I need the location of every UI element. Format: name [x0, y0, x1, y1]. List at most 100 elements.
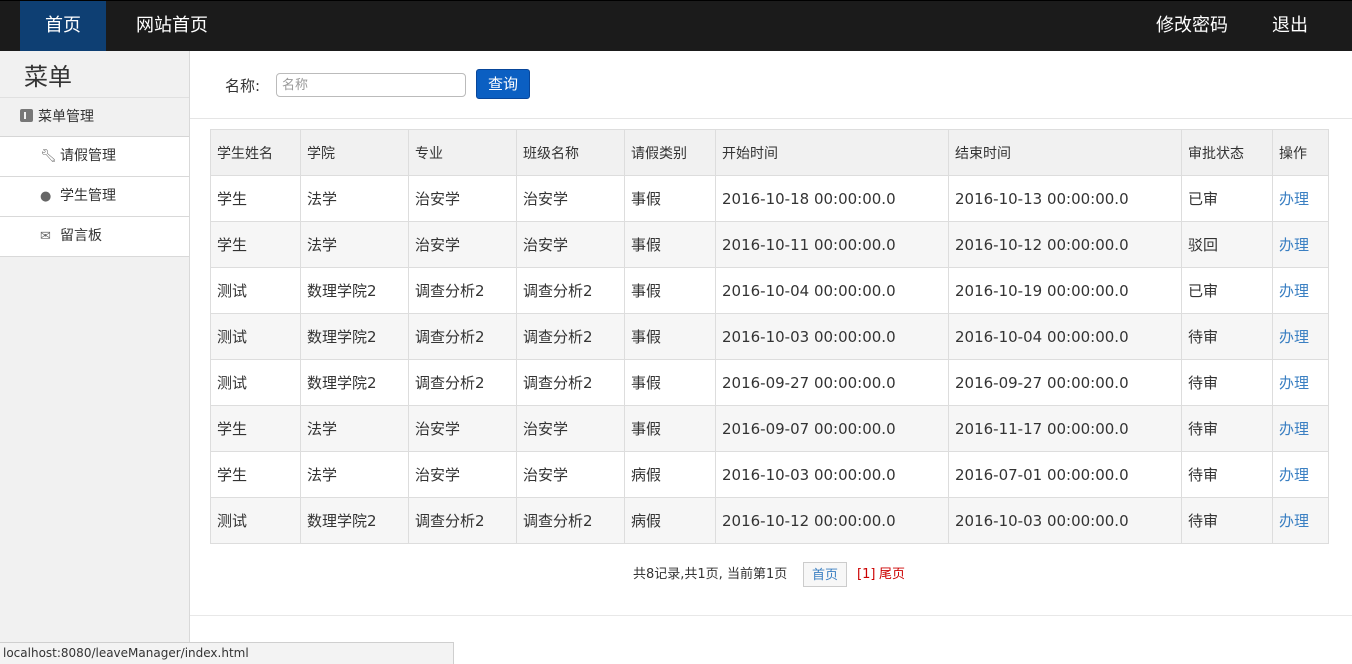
nav-home[interactable]: 首页 [20, 1, 106, 51]
col-class-name: 班级名称 [516, 129, 625, 176]
nav-logout[interactable]: 退出 [1272, 1, 1308, 51]
handle-link[interactable]: 办理 [1279, 466, 1309, 484]
table-cell: 已审 [1181, 267, 1273, 314]
table-header-row: 学生姓名 学院 专业 班级名称 请假类别 开始时间 结束时间 审批状态 操作 [210, 129, 1329, 176]
table-cell: 数理学院2 [300, 267, 409, 314]
content-divider [190, 615, 1352, 616]
table-cell: 2016-10-18 00:00:00.0 [715, 175, 949, 222]
table-cell: 治安学 [516, 405, 625, 452]
table-cell: 数理学院2 [300, 497, 409, 544]
nav-site-home[interactable]: 网站首页 [136, 1, 208, 51]
table-cell: 法学 [300, 175, 409, 222]
table-cell: 法学 [300, 451, 409, 498]
table-cell: 学生 [210, 221, 301, 268]
action-cell: 办理 [1272, 313, 1329, 360]
table-cell: 2016-09-27 00:00:00.0 [715, 359, 949, 406]
nav-change-password[interactable]: 修改密码 [1156, 1, 1228, 51]
table-cell: 2016-07-01 00:00:00.0 [948, 451, 1182, 498]
table-cell: 调查分析2 [408, 267, 517, 314]
table-cell: 数理学院2 [300, 359, 409, 406]
table-cell: 调查分析2 [408, 497, 517, 544]
table-cell: 驳回 [1181, 221, 1273, 268]
table-cell: 治安学 [516, 175, 625, 222]
handle-link[interactable]: 办理 [1279, 282, 1309, 300]
table-cell: 事假 [624, 405, 716, 452]
table-cell: 事假 [624, 221, 716, 268]
table-cell: 测试 [210, 359, 301, 406]
col-college: 学院 [300, 129, 409, 176]
table-row: 学生 法学 治安学 治安学 事假 2016-09-07 00:00:00.0 2016-11… [210, 405, 1329, 452]
table-cell: 病假 [624, 497, 716, 544]
table-cell: 待审 [1181, 451, 1273, 498]
table-cell: 调查分析2 [516, 359, 625, 406]
table-cell: 测试 [210, 497, 301, 544]
table-cell: 2016-10-12 00:00:00.0 [715, 497, 949, 544]
action-cell: 办理 [1272, 175, 1329, 222]
action-cell: 办理 [1272, 451, 1329, 498]
table-row: 测试 数理学院2 调查分析2 调查分析2 事假 2016-09-27 00:00:00.0… [210, 359, 1329, 406]
table-cell: 法学 [300, 405, 409, 452]
col-major: 专业 [408, 129, 517, 176]
table-cell: 2016-10-04 00:00:00.0 [948, 313, 1182, 360]
action-cell: 办理 [1272, 267, 1329, 314]
table-cell: 待审 [1181, 497, 1273, 544]
table-cell: 事假 [624, 267, 716, 314]
handle-link[interactable]: 办理 [1279, 190, 1309, 208]
handle-link[interactable]: 办理 [1279, 374, 1309, 392]
handle-link[interactable]: 办理 [1279, 328, 1309, 346]
table-row: 测试 数理学院2 调查分析2 调查分析2 事假 2016-10-04 00:00:00.0… [210, 267, 1329, 314]
table-cell: 法学 [300, 221, 409, 268]
pagination-last-link[interactable]: 尾页 [879, 562, 905, 587]
sidebar-title: 菜单 [24, 63, 72, 91]
handle-link[interactable]: 办理 [1279, 420, 1309, 438]
table-cell: 2016-10-03 00:00:00.0 [715, 451, 949, 498]
col-start-time: 开始时间 [715, 129, 949, 176]
handle-link[interactable]: 办理 [1279, 236, 1309, 254]
table-cell: 学生 [210, 175, 301, 222]
bookmark-icon [20, 109, 33, 122]
sidebar-group-menu-manage[interactable]: 菜单管理 [0, 97, 189, 137]
sidebar-item-student-manage[interactable]: ● 学生管理 [0, 177, 189, 217]
table-cell: 学生 [210, 405, 301, 452]
sidebar-item-message-board[interactable]: ✉︎ 留言板 [0, 217, 189, 257]
table-cell: 2016-10-03 00:00:00.0 [948, 497, 1182, 544]
table-cell: 2016-11-17 00:00:00.0 [948, 405, 1182, 452]
pagination-info: 共8记录,共1页, 当前第1页 [633, 567, 788, 582]
table-cell: 2016-10-12 00:00:00.0 [948, 221, 1182, 268]
wrench-icon: 🔧︎ [40, 149, 57, 164]
leave-table: 学生姓名 学院 专业 班级名称 请假类别 开始时间 结束时间 审批状态 操作 学… [210, 129, 1329, 544]
table-cell: 2016-09-07 00:00:00.0 [715, 405, 949, 452]
action-cell: 办理 [1272, 359, 1329, 406]
table-cell: 测试 [210, 313, 301, 360]
table-cell: 治安学 [408, 405, 517, 452]
table-cell: 治安学 [408, 221, 517, 268]
table-row: 学生 法学 治安学 治安学 事假 2016-10-18 00:00:00.0 2016-10… [210, 175, 1329, 222]
pagination-current-page: [1] [857, 567, 876, 582]
search-input[interactable] [276, 73, 466, 97]
table-row: 测试 数理学院2 调查分析2 调查分析2 病假 2016-10-12 00:00:00.0… [210, 497, 1329, 544]
table-cell: 2016-10-13 00:00:00.0 [948, 175, 1182, 222]
pagination-first-button[interactable]: 首页 [803, 562, 847, 587]
table-cell: 2016-09-27 00:00:00.0 [948, 359, 1182, 406]
table-row: 学生 法学 治安学 治安学 病假 2016-10-03 00:00:00.0 2016-07… [210, 451, 1329, 498]
col-student-name: 学生姓名 [210, 129, 301, 176]
col-action: 操作 [1272, 129, 1329, 176]
table-cell: 待审 [1181, 405, 1273, 452]
sidebar-item-leave-manage[interactable]: 🔧︎ 请假管理 [0, 137, 189, 177]
browser-status-bar: localhost:8080/leaveManager/index.html [0, 642, 454, 664]
envelope-icon: ✉︎ [40, 229, 51, 244]
table-cell: 调查分析2 [408, 313, 517, 360]
table-cell: 调查分析2 [408, 359, 517, 406]
sidebar-item-label: 留言板 [60, 228, 102, 244]
col-end-time: 结束时间 [948, 129, 1182, 176]
table-cell: 调查分析2 [516, 497, 625, 544]
search-button[interactable]: 查询 [476, 69, 530, 99]
comment-icon: ● [40, 189, 52, 204]
col-approval-status: 审批状态 [1181, 129, 1273, 176]
table-cell: 病假 [624, 451, 716, 498]
action-cell: 办理 [1272, 221, 1329, 268]
handle-link[interactable]: 办理 [1279, 512, 1309, 530]
table-cell: 事假 [624, 175, 716, 222]
search-bar: 名称: 查询 [190, 51, 1352, 119]
table-cell: 2016-10-03 00:00:00.0 [715, 313, 949, 360]
